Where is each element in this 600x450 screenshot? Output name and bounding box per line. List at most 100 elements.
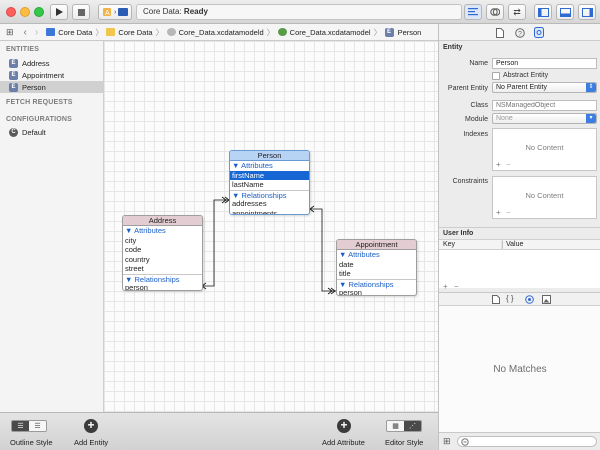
- table-style-icon[interactable]: ▦: [387, 421, 404, 431]
- related-items-icon[interactable]: ⊞: [6, 27, 14, 38]
- code-snippet-icon[interactable]: { }: [506, 294, 514, 303]
- attribute-row[interactable]: country: [123, 255, 202, 265]
- indexes-empty-text: No Content: [525, 143, 564, 152]
- key-column-header[interactable]: Key: [443, 241, 455, 248]
- entity-title[interactable]: Address: [123, 216, 202, 226]
- remove-constraint-button[interactable]: −: [506, 208, 511, 217]
- sidebar-item-address[interactable]: E Address: [0, 57, 103, 69]
- relationships-group-label[interactable]: ▼ Relationships: [337, 278, 416, 289]
- quick-help-icon[interactable]: ?: [515, 28, 525, 38]
- user-info-table[interactable]: [439, 250, 600, 288]
- attribute-row[interactable]: firstName: [230, 170, 309, 180]
- remove-user-info-button[interactable]: −: [454, 282, 459, 291]
- breadcrumb-entity[interactable]: E Person: [384, 27, 421, 37]
- class-field[interactable]: [492, 100, 597, 111]
- module-popup[interactable]: None ▾: [492, 113, 597, 124]
- attribute-row[interactable]: city: [123, 236, 202, 246]
- sidebar-item-person[interactable]: E Person: [0, 81, 103, 93]
- entities-header: ENTITIES: [6, 46, 40, 53]
- entity-icon: E: [384, 27, 394, 37]
- app-scheme-icon: A: [103, 8, 111, 17]
- add-index-button[interactable]: +: [496, 160, 501, 169]
- assistant-editor-button[interactable]: [486, 4, 504, 20]
- relationships-group-label[interactable]: ▼ Relationships: [230, 189, 309, 200]
- attribute-row[interactable]: code: [123, 245, 202, 255]
- graph-style-icon[interactable]: ⋰: [404, 421, 421, 431]
- indexes-table[interactable]: No Content + −: [492, 128, 597, 171]
- add-entity-button[interactable]: +: [84, 419, 98, 433]
- window-toolbar: A › Core Data: Ready ⇄: [0, 0, 600, 24]
- sidebar-item-appointment[interactable]: E Appointment: [0, 69, 103, 81]
- close-window-button[interactable]: [6, 7, 16, 17]
- attribute-row[interactable]: title: [337, 269, 416, 279]
- file-inspector-icon[interactable]: [496, 28, 504, 38]
- breadcrumb-group[interactable]: Core Data: [106, 28, 153, 37]
- relationship-row[interactable]: appointments: [230, 209, 309, 215]
- play-icon: [55, 8, 63, 16]
- minimize-window-button[interactable]: [20, 7, 30, 17]
- library-filter-field[interactable]: [457, 436, 597, 447]
- add-constraint-button[interactable]: +: [496, 208, 501, 217]
- remove-index-button[interactable]: −: [506, 160, 511, 169]
- library-results: No Matches: [439, 306, 600, 432]
- chevron-down-icon: ▾: [586, 114, 596, 123]
- breadcrumb-project[interactable]: Core Data: [46, 28, 92, 37]
- toggle-debug-area-button[interactable]: [556, 4, 574, 20]
- scheme-selector[interactable]: A ›: [98, 4, 132, 20]
- stop-button[interactable]: [72, 4, 90, 20]
- relationships-group-label[interactable]: ▼ Relationships: [123, 273, 202, 284]
- attributes-group-label[interactable]: ▼ Attributes: [123, 226, 202, 236]
- abstract-entity-checkbox[interactable]: [492, 72, 500, 80]
- standard-editor-button[interactable]: [464, 4, 482, 20]
- class-label: Class: [470, 102, 488, 109]
- user-info-header: User Info: [443, 230, 474, 237]
- add-user-info-button[interactable]: +: [443, 282, 448, 291]
- attribute-row[interactable]: lastName: [230, 180, 309, 190]
- sidebar-item-default-config[interactable]: C Default: [0, 126, 103, 138]
- value-column-header[interactable]: Value: [506, 241, 523, 248]
- run-button[interactable]: [50, 4, 68, 20]
- grid-view-icon[interactable]: ⊞: [443, 436, 451, 447]
- forward-icon[interactable]: ›: [35, 27, 38, 38]
- hierarchy-list-icon[interactable]: ☰: [29, 421, 46, 431]
- entity-address[interactable]: Address ▼ Attributes city code country s…: [122, 215, 203, 291]
- editor-style-control[interactable]: ▦ ⋰: [386, 420, 422, 432]
- back-icon[interactable]: ‹: [24, 27, 27, 38]
- entity-person[interactable]: Person ▼ Attributes firstName lastName ▼…: [229, 150, 310, 215]
- toggle-navigator-button[interactable]: [534, 4, 552, 20]
- file-template-icon[interactable]: [492, 295, 500, 304]
- flat-list-icon[interactable]: ☰: [12, 421, 29, 431]
- entity-name-field[interactable]: Person: [492, 58, 597, 69]
- entity-section-header: Entity: [443, 44, 463, 51]
- media-library-icon[interactable]: [542, 295, 551, 304]
- fetch-requests-header[interactable]: FETCH REQUESTS: [0, 99, 73, 106]
- add-attribute-button[interactable]: +: [337, 419, 351, 433]
- breadcrumb-model[interactable]: Core_Data.xcdatamodel: [277, 28, 371, 37]
- configurations-header: CONFIGURATIONS: [6, 116, 73, 123]
- relationship-row[interactable]: person: [337, 288, 416, 295]
- outline-style-label: Outline Style: [10, 438, 53, 447]
- attributes-group-label[interactable]: ▼ Attributes: [230, 161, 309, 171]
- attribute-row[interactable]: date: [337, 260, 416, 270]
- parent-entity-popup[interactable]: No Parent Entity ⇕: [492, 82, 597, 93]
- entity-title[interactable]: Appointment: [337, 240, 416, 250]
- breadcrumb-model-bundle[interactable]: Core_Data.xcdatamodeld: [166, 28, 264, 37]
- toggle-utilities-button[interactable]: [578, 4, 596, 20]
- jump-bar: ⊞ ‹ › Core Data 〉 Core Data 〉 Core_Data.…: [0, 24, 438, 41]
- entity-title[interactable]: Person: [230, 151, 309, 161]
- add-entity-label[interactable]: Add Entity: [74, 438, 108, 447]
- entity-appointment[interactable]: Appointment ▼ Attributes date title ▼ Re…: [336, 239, 417, 296]
- attributes-group-label[interactable]: ▼ Attributes: [337, 250, 416, 260]
- attribute-row[interactable]: street: [123, 264, 202, 274]
- object-library-icon[interactable]: [525, 295, 534, 304]
- diagram-canvas[interactable]: Person ▼ Attributes firstName lastName ▼…: [104, 41, 438, 412]
- relationship-row[interactable]: addresses: [230, 199, 309, 209]
- data-model-inspector-icon[interactable]: [534, 27, 544, 38]
- constraints-table[interactable]: No Content + −: [492, 176, 597, 219]
- outline-style-control[interactable]: ☰ ☰: [11, 420, 47, 432]
- relationship-row[interactable]: person: [123, 283, 202, 290]
- add-attribute-label[interactable]: Add Attribute: [322, 438, 365, 447]
- version-editor-button[interactable]: ⇄: [508, 4, 526, 20]
- abstract-entity-label[interactable]: Abstract Entity: [503, 72, 548, 79]
- zoom-window-button[interactable]: [34, 7, 44, 17]
